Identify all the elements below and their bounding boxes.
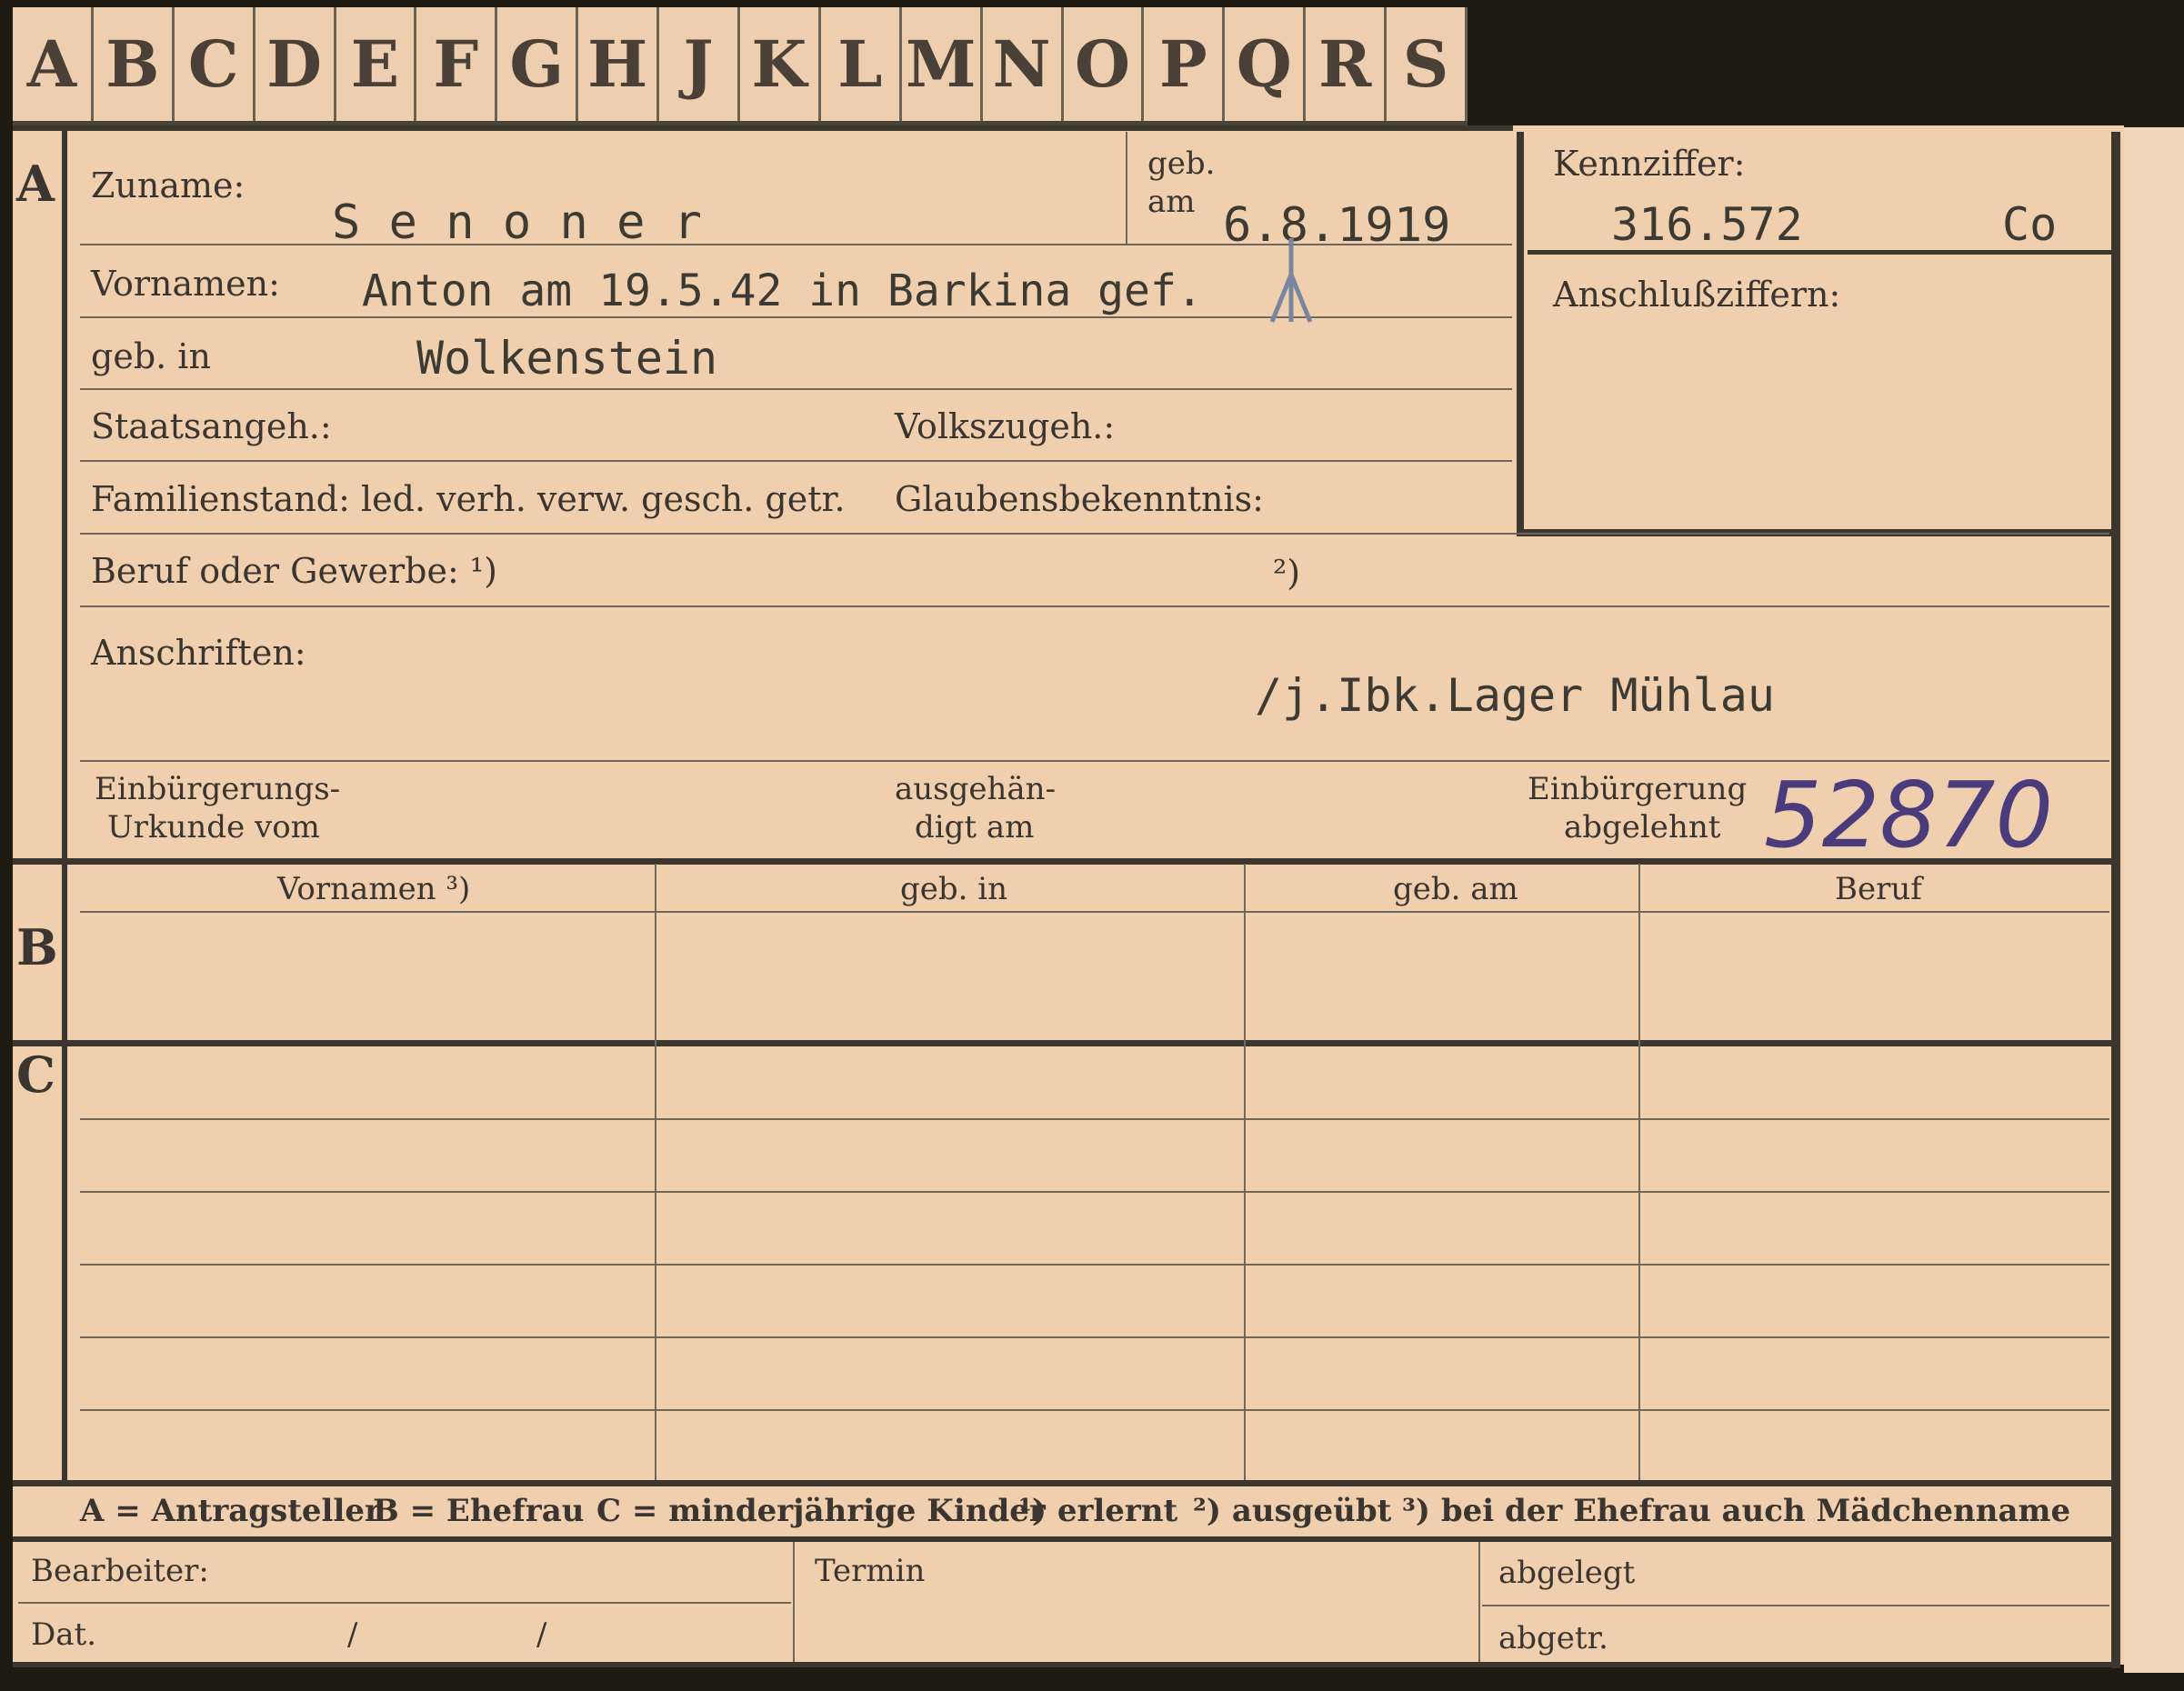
kennziffer-box-left	[1517, 132, 1524, 536]
kennziffer-value: 316.572	[1611, 198, 1803, 251]
glaubensbekenntnis-label: Glaubensbekenntnis:	[895, 479, 1264, 519]
rule-beruf	[80, 605, 2109, 607]
beruf-note2-label: ²)	[1273, 553, 1301, 593]
alphabet-tab-m: M	[902, 7, 983, 121]
col-divider-2	[1244, 864, 1246, 1480]
section-b-marker: B	[16, 918, 58, 976]
kennziffer-label: Kennziffer:	[1553, 144, 1746, 184]
kennziffer-suffix: Co	[2002, 198, 2058, 251]
card-right-edge	[2124, 127, 2184, 1673]
abgetr-label: abgetr.	[1498, 1620, 1608, 1656]
rule-familienstand	[80, 533, 2109, 535]
ausgehaen-label-2: digt am	[915, 809, 1035, 846]
children-row-rule	[80, 1264, 2109, 1266]
given-names-value: Anton am 19.5.42 in Barkina gef.	[362, 265, 1203, 316]
children-row-rule	[80, 1191, 2109, 1193]
ausgehaen-label-1: ausgehän-	[895, 771, 1057, 807]
geb-divider	[1126, 132, 1127, 244]
volkszugeh-label: Volkszugeh.:	[895, 406, 1116, 446]
alphabet-tab-c: C	[175, 7, 255, 121]
alphabet-tab-e: E	[336, 7, 417, 121]
children-row-rule	[80, 1336, 2109, 1338]
bearbeiter-label: Bearbeiter:	[31, 1553, 209, 1589]
legend-top-border	[13, 1480, 2115, 1486]
legend-c: C = minderjährige Kinder	[596, 1493, 1046, 1529]
abgelegt-label: abgelegt	[1498, 1555, 1636, 1591]
legend-bottom-border	[13, 1536, 2115, 1542]
surname-value: S e n o n e r	[332, 195, 702, 250]
alphabet-tab-h: H	[578, 7, 660, 121]
alphabet-tab-f: F	[416, 7, 498, 121]
rule-geb-in	[80, 388, 1512, 390]
alphabet-tab-o: O	[1064, 7, 1145, 121]
alphabet-tab-b: B	[94, 7, 175, 121]
footer-divider-1	[793, 1542, 795, 1665]
vornamen-label: Vornamen:	[91, 264, 280, 304]
table-left-line	[62, 864, 67, 1480]
address-value: /j.Ibk.Lager Mühlau	[1255, 669, 1775, 722]
legend-b: B = Ehefrau	[373, 1493, 585, 1529]
alphabet-tab-r: R	[1306, 7, 1388, 121]
alphabet-tab-a: A	[13, 7, 94, 121]
birthplace-value: Wolkenstein	[416, 332, 718, 385]
section-a-marker: A	[16, 155, 55, 213]
table-header-vornamen: Vornamen ³)	[277, 871, 471, 907]
handwritten-number: 52870	[1764, 762, 2054, 868]
date-slash-2: /	[536, 1616, 547, 1653]
einbuergerung-label-1: Einbürgerung	[1528, 771, 1748, 807]
children-row-rule	[80, 1409, 2109, 1411]
alphabet-tab-s: S	[1387, 7, 1468, 121]
einbuergerungs-label-1: Einbürgerungs-	[95, 771, 341, 807]
alphabet-tab-g: G	[497, 7, 579, 121]
einbuergerung-label-2: abgelehnt	[1564, 809, 1721, 846]
anschlussziffern-label: Anschlußziffern:	[1553, 275, 1841, 315]
footer-divider-2	[1478, 1542, 1480, 1665]
section-b-top-border	[13, 858, 2115, 865]
section-c-marker: C	[16, 1046, 55, 1104]
alphabet-tab-q: Q	[1225, 7, 1307, 121]
col-divider-3	[1638, 864, 1640, 1480]
date-slash-1: /	[347, 1616, 358, 1653]
alphabet-tab-strip: ABCDEFGHJKLMNOPQRS	[13, 7, 1468, 128]
rule-staatsangeh	[80, 460, 1512, 462]
legend-note-1: ¹) erlernt	[1018, 1493, 1178, 1529]
col-divider-1	[655, 864, 656, 1480]
einbuergerungs-label-2: Urkunde vom	[107, 809, 320, 846]
table-header-geb-am: geb. am	[1393, 871, 1518, 907]
children-row-rule	[80, 1118, 2109, 1120]
top-border-line	[13, 125, 1513, 131]
birth-date-value: 6.8.1919	[1223, 198, 1451, 253]
footer-rule-right	[1482, 1605, 2109, 1606]
table-header-geb-in: geb. in	[900, 871, 1008, 907]
termin-label: Termin	[815, 1553, 926, 1589]
footer-rule-left	[18, 1602, 791, 1604]
alphabet-tab-n: N	[983, 7, 1064, 121]
section-c-top-border	[13, 1040, 2115, 1046]
am-label: am	[1147, 184, 1196, 220]
beruf-gewerbe-label: Beruf oder Gewerbe: ¹)	[91, 551, 497, 591]
dat-label: Dat.	[31, 1616, 97, 1653]
table-header-rule	[80, 911, 2109, 913]
alphabet-tab-d: D	[255, 7, 336, 121]
geb-in-label: geb. in	[91, 336, 211, 376]
zuname-label: Zuname:	[91, 165, 245, 205]
legend-note-3: ³) bei der Ehefrau auch Mädchenname	[1402, 1493, 2071, 1529]
cross-mark-icon	[1268, 238, 1314, 325]
table-header-beruf: Beruf	[1835, 871, 1922, 907]
alphabet-tab-p: P	[1144, 7, 1226, 121]
alphabet-tab-k: K	[740, 7, 821, 121]
right-border-line	[2111, 132, 2120, 1668]
footer-bottom-border	[13, 1662, 2115, 1667]
legend-a: A = Antragsteller	[80, 1493, 381, 1529]
anschriften-label: Anschriften:	[91, 633, 306, 673]
staatsangeh-label: Staatsangeh.:	[91, 406, 332, 446]
familienstand-label: Familienstand: led. verh. verw. gesch. g…	[91, 479, 846, 519]
legend-note-2: ²) ausgeübt	[1193, 1493, 1392, 1529]
geb-label: geb.	[1147, 145, 1216, 182]
alphabet-tab-l: L	[821, 7, 902, 121]
alphabet-tab-j: J	[659, 7, 740, 121]
